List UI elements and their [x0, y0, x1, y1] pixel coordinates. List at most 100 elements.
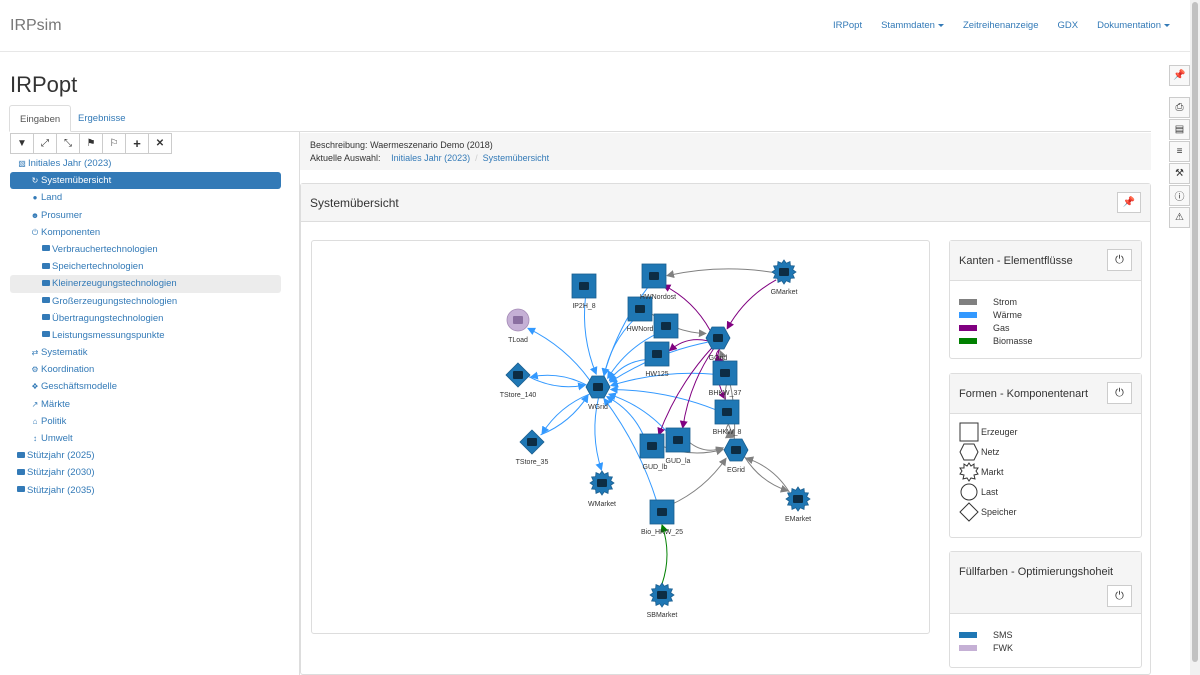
- tree-item-stuetzjahr-2035[interactable]: Stützjahr (2035): [10, 482, 281, 499]
- scrollbar-thumb[interactable]: [1192, 2, 1198, 662]
- legend-fills-toggle[interactable]: ⏻: [1107, 585, 1132, 607]
- tree-item-stuetzjahr-2025[interactable]: Stützjahr (2025): [10, 447, 281, 464]
- tree-item-systematik[interactable]: ⇄ Systematik: [10, 344, 281, 361]
- info-icon[interactable]: ⓘ: [1169, 185, 1190, 206]
- tab-ergebnisse[interactable]: Ergebnisse: [68, 105, 136, 132]
- node-symbol-icon: [579, 282, 589, 290]
- node-symbol-icon: [661, 322, 671, 330]
- graph-node-tload[interactable]: [506, 308, 530, 332]
- folder-icon: [42, 279, 50, 286]
- collapse-icon[interactable]: ⤡: [56, 133, 80, 154]
- graph-node-hwx[interactable]: [653, 313, 679, 339]
- nav-stammdaten[interactable]: Stammdaten: [881, 20, 944, 31]
- graph-node-sbmarket[interactable]: [649, 582, 675, 608]
- filter-icon[interactable]: ▼: [10, 133, 34, 154]
- folder-icon: [17, 468, 25, 475]
- graph-node-tstore140[interactable]: [505, 362, 531, 388]
- expand-icon[interactable]: ⤢: [33, 133, 57, 154]
- tree-item-systemuebersicht[interactable]: ↻ Systemübersicht: [10, 172, 281, 190]
- book-icon[interactable]: ▤: [1169, 119, 1190, 140]
- graph-node-ip2h[interactable]: [571, 273, 597, 299]
- tree-item-speichertechnologien[interactable]: Speichertechnologien: [10, 258, 281, 275]
- graph-node-gudlb[interactable]: [639, 433, 665, 459]
- graph-canvas[interactable]: IP2H_8 HWNordost HWNord HW125 TLoad GMarket GG…: [312, 241, 929, 633]
- power-icon: ⏻: [31, 227, 39, 237]
- tree-item-stuetzjahr-2030[interactable]: Stützjahr (2030): [10, 464, 281, 481]
- edge-gudla-wgrid: [607, 392, 670, 435]
- tree-item-verbrauchertechnologien[interactable]: Verbrauchertechnologien: [10, 241, 281, 258]
- graph-node-bhkw37[interactable]: [712, 360, 738, 386]
- tree-item-geschaeftsmodelle[interactable]: ❖ Geschäftsmodelle: [10, 378, 281, 395]
- graph-label-hw125: HW125: [645, 371, 668, 378]
- graph-node-egrid[interactable]: [723, 438, 749, 462]
- legend-item-last: Last: [959, 482, 1132, 502]
- graph-node-hw125[interactable]: [644, 341, 670, 367]
- map-marker-icon: ●: [32, 193, 38, 203]
- pin-button[interactable]: 📌: [1117, 192, 1141, 213]
- tree-item-maerkte[interactable]: ↗ Märkte: [10, 396, 281, 413]
- graph-node-wmarket[interactable]: [589, 470, 615, 496]
- legend-edges-title: Kanten - Elementflüsse: [959, 255, 1073, 267]
- tree-item-grosserzeugungstechnologien[interactable]: Großerzeugungstechnologien: [10, 293, 281, 310]
- warning-icon[interactable]: ⚠: [1169, 207, 1190, 228]
- nav-irpopt[interactable]: IRPopt: [833, 20, 862, 31]
- legend-shapes-title: Formen - Komponentenart: [959, 388, 1089, 400]
- graph-node-biohkw25[interactable]: [649, 499, 675, 525]
- diamond-icon: [959, 502, 979, 522]
- tree-item-umwelt[interactable]: ↕ Umwelt: [10, 430, 281, 447]
- edge-emarket-egrid: [745, 456, 790, 493]
- breadcrumb-initiales-jahr[interactable]: Initiales Jahr (2023): [391, 153, 470, 163]
- legend-item-fwk: FWK: [959, 641, 1132, 654]
- brand-logo[interactable]: IRPsim: [10, 17, 62, 35]
- flag-icon[interactable]: ⚑: [79, 133, 103, 154]
- system-graph[interactable]: IP2H_8 HWNordost HWNord HW125 TLoad GMarket GG…: [311, 240, 930, 634]
- tree-item-prosumer[interactable]: ☻ Prosumer: [10, 207, 281, 224]
- graph-node-emarket[interactable]: [785, 486, 811, 512]
- tree-item-land[interactable]: ● Land: [10, 189, 281, 206]
- nav-dokumentation[interactable]: Dokumentation: [1097, 20, 1170, 31]
- graph-label-gmarket: GMarket: [771, 289, 798, 296]
- square-icon: [959, 422, 979, 442]
- tree-item-koordination[interactable]: ⚙ Koordination: [10, 361, 281, 378]
- legend-shapes: Formen - Komponentenart ⏻ Erzeuger Netz …: [949, 373, 1142, 538]
- folder-icon: [17, 486, 25, 493]
- database-icon[interactable]: ≡: [1169, 141, 1190, 162]
- breadcrumb-systemuebersicht[interactable]: Systemübersicht: [483, 153, 550, 163]
- graph-node-tstore35[interactable]: [519, 429, 545, 455]
- edge-bhkw8-wgrid: [609, 385, 717, 411]
- graph-node-gudla[interactable]: [665, 427, 691, 453]
- graph-label-egrid: EGrid: [727, 467, 745, 474]
- node-symbol-icon: [731, 446, 741, 454]
- tab-eingaben[interactable]: Eingaben: [9, 105, 72, 132]
- close-icon[interactable]: ✕: [148, 133, 172, 154]
- page-scrollbar[interactable]: [1190, 0, 1200, 675]
- legend-shapes-toggle[interactable]: ⏻: [1107, 382, 1132, 404]
- circle-icon: [960, 483, 978, 501]
- tree-item-komponenten[interactable]: ⏻ Komponenten: [10, 224, 281, 241]
- graph-label-hwnordost: HWNordost: [640, 294, 676, 301]
- description-value: Waermeszenario Demo (2018): [370, 140, 493, 150]
- nav-zeitreihenanzeige[interactable]: Zeitreihenanzeige: [963, 20, 1039, 31]
- component-tree: ▧ Initiales Jahr (2023) ↻ Systemübersicht …: [10, 155, 281, 499]
- pin-icon[interactable]: 📌: [1169, 65, 1190, 86]
- tree-item-uebertragungstechnologien[interactable]: Übertragungstechnologien: [10, 310, 281, 327]
- legend-edges-toggle[interactable]: ⏻: [1107, 249, 1132, 271]
- plus-icon[interactable]: +: [125, 133, 149, 154]
- tab-bar: Eingaben Ergebnisse: [9, 105, 1151, 132]
- wrench-icon[interactable]: ⚒: [1169, 163, 1190, 184]
- print-icon[interactable]: ⎙: [1169, 97, 1190, 118]
- folder-icon: [42, 314, 50, 321]
- flag-multi-icon[interactable]: ⚐: [102, 133, 126, 154]
- graph-node-hwnordost[interactable]: [641, 263, 667, 289]
- tree-item-initiales-jahr[interactable]: ▧ Initiales Jahr (2023): [10, 155, 281, 172]
- node-symbol-icon: [720, 369, 730, 377]
- nav-gdx[interactable]: GDX: [1058, 20, 1079, 31]
- tree-item-leistungsmessungspunkte[interactable]: Leistungsmessungspunkte: [10, 327, 281, 344]
- description-box: Beschreibung: Waermeszenario Demo (2018)…: [300, 133, 1151, 170]
- graph-label-bhkw8: BHKW_8: [713, 429, 742, 436]
- graph-node-bhkw8[interactable]: [714, 399, 740, 425]
- legend-item-biomasse: Biomasse: [959, 334, 1132, 347]
- tree-item-politik[interactable]: ⌂ Politik: [10, 413, 281, 430]
- tree-item-kleinerzeugungstechnologien[interactable]: Kleinerzeugungstechnologien: [10, 275, 281, 293]
- caret-down-icon: [937, 23, 944, 27]
